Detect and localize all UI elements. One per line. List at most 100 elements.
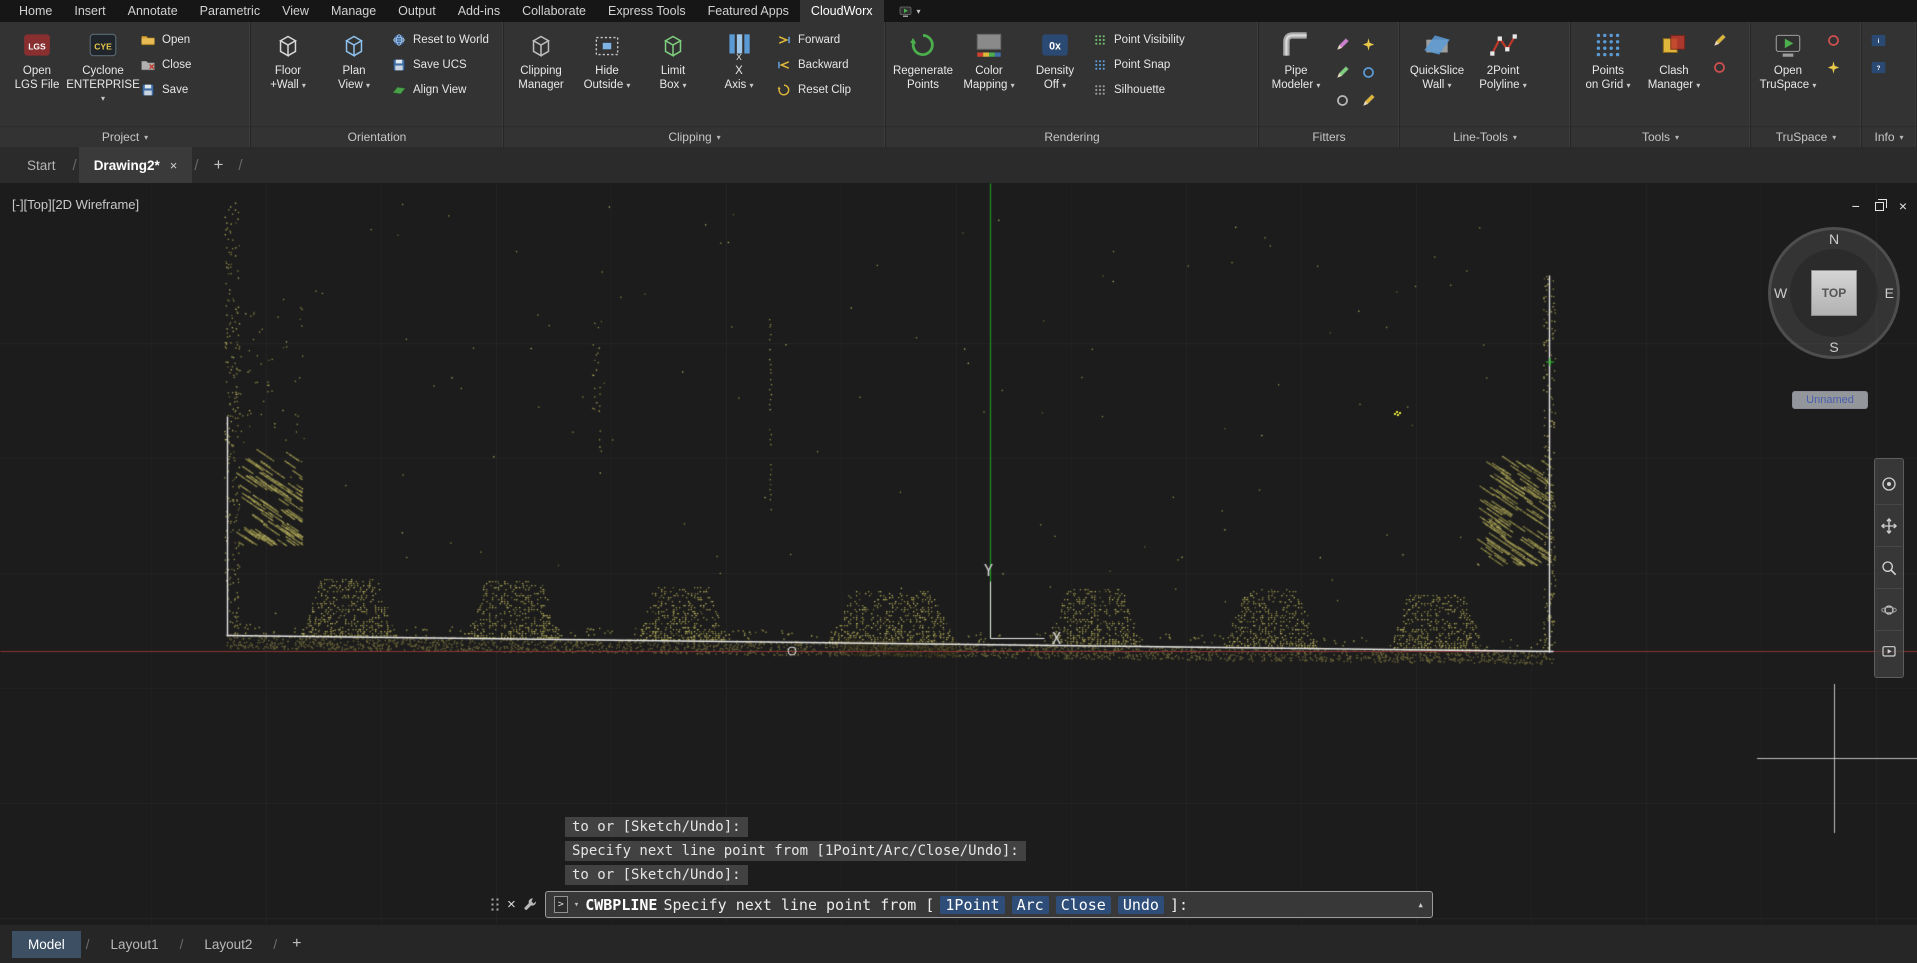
viewcube-top-face[interactable]: TOP	[1811, 270, 1857, 316]
ribbon-tab-insert[interactable]: Insert	[63, 0, 116, 22]
ribbon-button-pipe-modeler[interactable]: PipeModeler ▾	[1263, 25, 1329, 92]
ribbon-button-quickslice-wall[interactable]: QuickSliceWall ▾	[1404, 25, 1470, 92]
ribbon-tab-featured-apps[interactable]: Featured Apps	[697, 0, 800, 22]
ribbon-button-clash-manager[interactable]: ClashManager ▾	[1641, 25, 1707, 92]
ribbon-button-truspace-record[interactable]	[1825, 32, 1842, 49]
ribbon-button-align-view[interactable]: Align View	[391, 82, 489, 98]
ribbon-button-info[interactable]: i	[1870, 32, 1887, 49]
command-option-undo[interactable]: Undo	[1118, 896, 1164, 914]
file-tab-start[interactable]: Start	[12, 147, 71, 183]
command-option-close[interactable]: Close	[1056, 896, 1111, 914]
ribbon-tab-parametric[interactable]: Parametric	[189, 0, 271, 22]
zoom-icon[interactable]	[1876, 547, 1902, 589]
ribbon-button-hide-outside[interactable]: HideOutside ▾	[574, 25, 640, 92]
viewport[interactable]: [-][Top][2D Wireframe] − × N W E S TOP U…	[0, 183, 1917, 925]
command-line-grip[interactable]	[489, 896, 500, 913]
ribbon-tab-annotate[interactable]: Annotate	[117, 0, 189, 22]
command-option-1point[interactable]: 1Point	[940, 896, 1004, 914]
ribbon-button-floor-wall[interactable]: Floor+Wall ▾	[255, 25, 321, 92]
ribbon-button-open-truspace[interactable]: OpenTruSpace ▾	[1755, 25, 1821, 92]
ribbon-button-fit-wand[interactable]	[1360, 36, 1377, 53]
ribbon-button-cyclone-enterprise[interactable]: CYECycloneENTERPRISE ▾	[70, 25, 136, 106]
ribbon-button-open[interactable]: Open	[140, 32, 191, 48]
ribbon-button-help[interactable]: ?	[1870, 59, 1887, 76]
ribbon-button-limit-box[interactable]: LimitBox ▾	[640, 25, 706, 92]
ribbon-button-regenerate-points[interactable]: RegeneratePoints	[890, 25, 956, 92]
layout-tab-layout2[interactable]: Layout2	[188, 931, 268, 958]
ribbon-button-plan-view[interactable]: PlanView ▾	[321, 25, 387, 92]
ribbon-tab-manage[interactable]: Manage	[320, 0, 387, 22]
layout-tab-layout1[interactable]: Layout1	[95, 931, 175, 958]
customize-wrench-icon[interactable]	[523, 897, 538, 912]
ribbon-button-tool-target[interactable]	[1711, 59, 1728, 76]
ribbon-button-fit-extend[interactable]	[1334, 64, 1351, 81]
viewcube-east-label[interactable]: E	[1885, 285, 1894, 301]
ribbon-button-tool-brush[interactable]	[1711, 32, 1728, 49]
ribbon-tab-cloudworx[interactable]: CloudWorx	[800, 0, 884, 22]
drawing-canvas[interactable]	[0, 183, 1917, 925]
minimize-window-icon[interactable]: −	[1852, 198, 1860, 214]
ribbon-group-label-info[interactable]: Info▾	[1862, 126, 1916, 147]
ribbon-group-label-fitters[interactable]: Fitters	[1259, 126, 1399, 147]
ribbon-button-color-mapping[interactable]: ColorMapping ▾	[956, 25, 1022, 92]
command-history-toggle-icon[interactable]: ▴	[1409, 898, 1424, 911]
ribbon-button-2point-polyline[interactable]: 2PointPolyline ▾	[1470, 25, 1536, 92]
ribbon-button-x-axis[interactable]: XXAxis ▾	[706, 25, 772, 92]
layout-tab-model[interactable]: Model	[12, 931, 81, 958]
ribbon-button-fit-trim[interactable]	[1360, 64, 1377, 81]
ribbon-tab-add-ins[interactable]: Add-ins	[447, 0, 511, 22]
showmotion-icon[interactable]	[1876, 631, 1902, 673]
chevron-down-icon: ▾	[1675, 133, 1679, 142]
viewcube-north-label[interactable]: N	[1829, 231, 1839, 247]
ribbon-button-point-snap[interactable]: Point Snap	[1092, 57, 1185, 73]
ribbon-group-label-tools[interactable]: Tools▾	[1571, 126, 1750, 147]
ribbon-group-label-rendering[interactable]: Rendering	[886, 126, 1258, 147]
ribbon-button-save-ucs[interactable]: Save UCS	[391, 57, 489, 73]
ribbon-button-density-off[interactable]: 0xDensityOff ▾	[1022, 25, 1088, 92]
ribbon-button-fit-pencil[interactable]	[1334, 36, 1351, 53]
ribbon-button-points-on-grid[interactable]: Pointson Grid ▾	[1575, 25, 1641, 92]
ribbon-button-open-lgs-file[interactable]: LGSOpenLGS File	[4, 25, 70, 92]
pan-icon[interactable]	[1876, 505, 1902, 547]
restore-window-icon[interactable]	[1875, 202, 1884, 211]
ribbon-button-save[interactable]: Save	[140, 82, 191, 98]
viewcube[interactable]: N W E S TOP	[1768, 227, 1900, 359]
close-window-icon[interactable]: ×	[1899, 198, 1907, 214]
ribbon-button-clipping-manager[interactable]: ClippingManager	[508, 25, 574, 92]
ribbon-tab-view[interactable]: View	[271, 0, 320, 22]
ribbon-tab-express-tools[interactable]: Express Tools	[597, 0, 697, 22]
ribbon-button-fit-brush[interactable]	[1360, 92, 1377, 109]
ribbon-group-label-truspace[interactable]: TruSpace▾	[1751, 126, 1861, 147]
ucs-chip[interactable]: Unnamed	[1792, 391, 1868, 409]
ribbon-group-label-orientation[interactable]: Orientation	[251, 126, 503, 147]
ribbon-group-label-clipping[interactable]: Clipping▾	[504, 126, 885, 147]
ribbon-tab-output[interactable]: Output	[387, 0, 447, 22]
file-tab-drawing2[interactable]: Drawing2*×	[79, 147, 193, 183]
command-line-close-icon[interactable]: ×	[507, 896, 516, 913]
new-layout-button[interactable]: +	[282, 935, 311, 953]
ribbon-button-point-visibility[interactable]: Point Visibility	[1092, 32, 1185, 48]
command-option-arc[interactable]: Arc	[1012, 896, 1049, 914]
ribbon-button-silhouette[interactable]: Silhouette	[1092, 82, 1185, 98]
ribbon-button-backward[interactable]: Backward	[776, 57, 851, 73]
ribbon-tab-home[interactable]: Home	[8, 0, 63, 22]
viewcube-west-label[interactable]: W	[1774, 285, 1787, 301]
ribbon-display-toggle[interactable]: ▾	[898, 0, 921, 22]
ribbon-button-truspace-settings[interactable]	[1825, 59, 1842, 76]
command-input[interactable]: > ▾ CWBPLINE Specify next line point fro…	[545, 891, 1433, 918]
ribbon-button-reset-to-world[interactable]: Reset to World	[391, 32, 489, 48]
ribbon-button-reset-clip[interactable]: Reset Clip	[776, 82, 851, 98]
new-drawing-tab-button[interactable]: +	[200, 155, 236, 175]
ribbon-button-fit-circle[interactable]	[1334, 92, 1351, 109]
steering-wheel-icon[interactable]	[1876, 463, 1902, 505]
ribbon-button-close[interactable]: Close	[140, 57, 191, 73]
viewport-controls-label[interactable]: [-][Top][2D Wireframe]	[12, 197, 139, 212]
ribbon-tab-collaborate[interactable]: Collaborate	[511, 0, 597, 22]
ribbon-group-label-project[interactable]: Project▾	[0, 126, 250, 147]
viewcube-south-label[interactable]: S	[1829, 339, 1838, 355]
recent-commands-icon[interactable]: ▾	[574, 900, 579, 910]
ribbon-group-label-line-tools[interactable]: Line-Tools▾	[1400, 126, 1570, 147]
close-tab-icon[interactable]: ×	[170, 158, 178, 173]
ribbon-button-forward[interactable]: Forward	[776, 32, 851, 48]
orbit-icon[interactable]	[1876, 589, 1902, 631]
